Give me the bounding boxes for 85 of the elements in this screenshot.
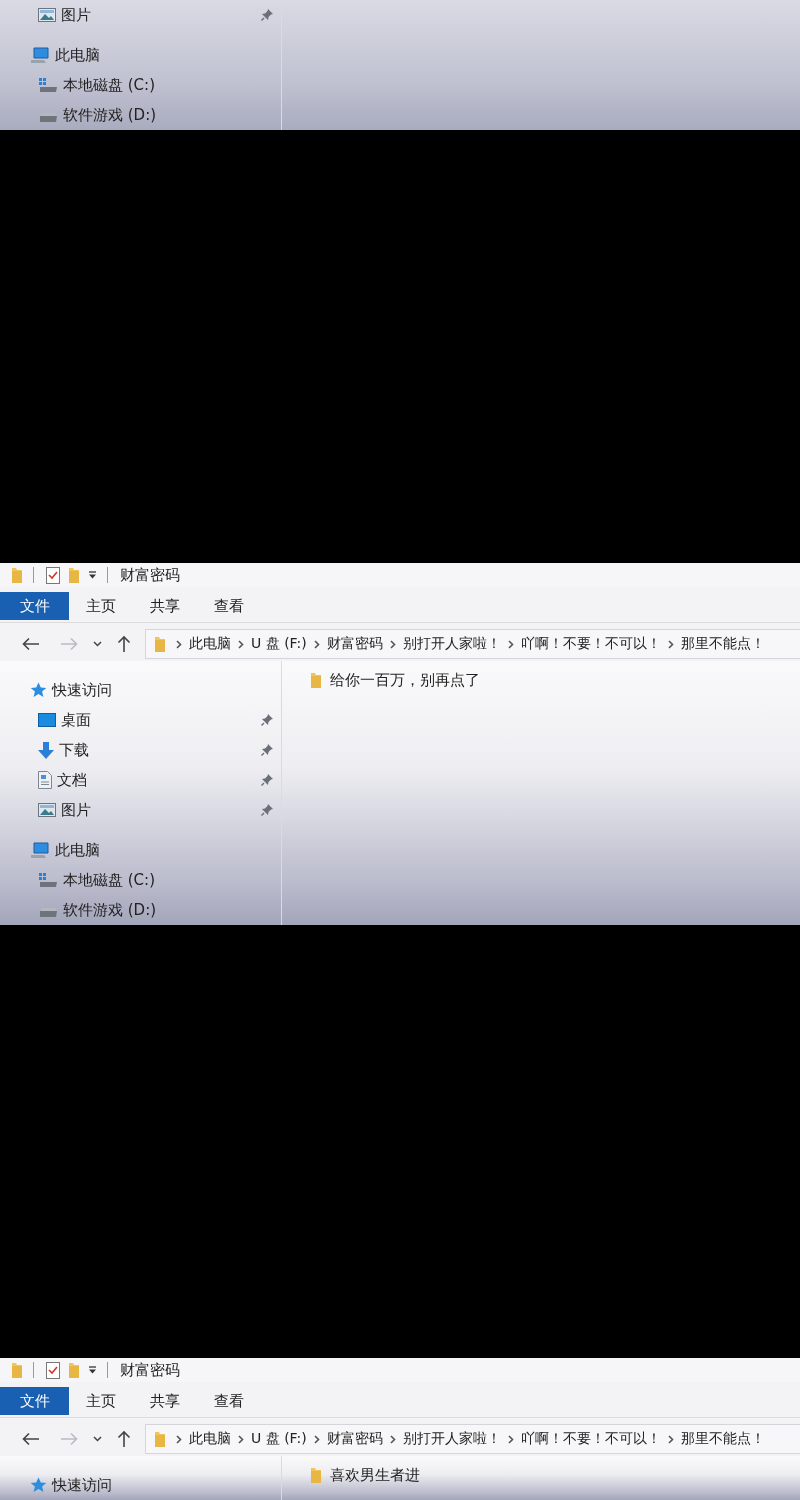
pin-icon[interactable] [261, 8, 273, 21]
breadcrumb[interactable]: U 盘 (F:) [251, 1430, 307, 1448]
ribbon-tab[interactable]: 共享 [133, 1387, 197, 1415]
chevron-icon [507, 1434, 514, 1444]
breadcrumb[interactable]: 财富密码 [326, 1430, 383, 1448]
nav-tree-item[interactable]: 下载 [59, 740, 261, 760]
up-arrow-icon[interactable] [117, 635, 131, 653]
down-arrow-icon [38, 741, 54, 759]
drive-icon [38, 872, 58, 888]
chevron-icon [667, 1434, 674, 1444]
nav-tree-item[interactable]: 图片 [61, 5, 261, 25]
chevron-icon [238, 1434, 244, 1444]
chevron-icon [389, 639, 396, 649]
window-title: 财富密码 [120, 565, 180, 585]
pin-icon[interactable] [261, 713, 273, 726]
breadcrumb[interactable]: 那里不能点！ [680, 1430, 765, 1448]
pin-icon[interactable] [261, 743, 273, 756]
caret-icon[interactable] [93, 641, 102, 647]
folder-icon [11, 1361, 23, 1379]
breadcrumb[interactable]: 此电脑 [189, 1430, 231, 1448]
folder-icon [310, 1466, 322, 1484]
ribbon-tab[interactable]: 共享 [133, 592, 197, 620]
window-title: 财富密码 [120, 1360, 180, 1380]
ribbon-tab[interactable]: 主页 [69, 592, 133, 620]
nav-tree-item[interactable]: 快速访问 [52, 1475, 273, 1495]
computer-icon [30, 46, 50, 64]
chevron-icon [176, 639, 182, 649]
address-bar[interactable]: 此电脑 U 盘 (F:) 财富密码 别打开人家啦！ 吖啊！不要！不可以！ 那里不能点！ [145, 629, 800, 659]
landscape-icon [38, 803, 56, 817]
chevron-icon [507, 639, 514, 649]
breadcrumb[interactable]: 那里不能点！ [680, 635, 765, 653]
star-icon [30, 1477, 47, 1493]
chevron-icon [313, 639, 320, 649]
properties-icon[interactable] [46, 1361, 60, 1379]
nav-tree-item[interactable]: 本地磁盘 (C:) [63, 75, 273, 95]
caret-icon[interactable] [93, 1436, 102, 1442]
folder-name[interactable]: 给你一百万，别再点了 [330, 670, 480, 690]
nav-tree-item[interactable]: 此电脑 [55, 45, 273, 65]
chevron-icon [176, 1434, 182, 1444]
back-arrow-icon[interactable] [22, 637, 40, 651]
new-folder-icon [68, 1361, 80, 1379]
nav-tree-item[interactable]: 此电脑 [55, 840, 273, 860]
nav-tree-item[interactable]: 软件游戏 (D:) [63, 105, 273, 125]
breadcrumb[interactable]: 别打开人家啦！ [402, 1430, 501, 1448]
breadcrumb[interactable]: 此电脑 [189, 635, 231, 653]
breadcrumb[interactable]: 吖啊！不要！不可以！ [520, 1430, 661, 1448]
breadcrumb[interactable]: 吖啊！不要！不可以！ [520, 635, 661, 653]
nav-tree-item[interactable]: 文档 [57, 770, 261, 790]
nav-tree-item[interactable]: 本地磁盘 (C:) [63, 870, 273, 890]
landscape-icon [38, 8, 56, 22]
document-icon [38, 771, 52, 789]
star-icon [30, 682, 47, 698]
properties-icon[interactable] [46, 566, 60, 584]
folder-icon [310, 671, 322, 689]
breadcrumb[interactable]: U 盘 (F:) [251, 635, 307, 653]
folder-name[interactable]: 喜欢男生者进 [330, 1465, 420, 1485]
chevron-icon [389, 1434, 396, 1444]
computer-icon [30, 841, 50, 859]
folder-icon [11, 566, 23, 584]
up-arrow-icon[interactable] [117, 1430, 131, 1448]
pin-icon[interactable] [261, 803, 273, 816]
nav-tree-item[interactable]: 软件游戏 (D:) [63, 900, 273, 920]
ribbon-tab[interactable]: 查看 [197, 1387, 261, 1415]
nav-tree-item[interactable]: 图片 [61, 800, 261, 820]
dropdown-icon[interactable] [88, 1366, 97, 1374]
chevron-icon [238, 639, 244, 649]
drive-icon [38, 77, 58, 93]
ribbon-tab[interactable]: 文件 [0, 592, 69, 620]
breadcrumb[interactable]: 别打开人家啦！ [402, 635, 501, 653]
ribbon-tab[interactable]: 查看 [197, 592, 261, 620]
nav-tree-item[interactable]: 桌面 [61, 710, 261, 730]
monitor-icon [38, 713, 56, 727]
address-bar[interactable]: 此电脑 U 盘 (F:) 财富密码 别打开人家啦！ 吖啊！不要！不可以！ 那里不能点！ [145, 1424, 800, 1454]
chevron-icon [667, 639, 674, 649]
breadcrumb[interactable]: 财富密码 [326, 635, 383, 653]
dropdown-icon[interactable] [88, 571, 97, 579]
ribbon-tab[interactable]: 主页 [69, 1387, 133, 1415]
new-folder-icon [68, 566, 80, 584]
back-arrow-icon[interactable] [22, 1432, 40, 1446]
nav-tree-item[interactable]: 快速访问 [52, 680, 273, 700]
chevron-icon [313, 1434, 320, 1444]
folder-icon [154, 1430, 166, 1448]
pin-icon[interactable] [261, 773, 273, 786]
ribbon-tab[interactable]: 文件 [0, 1387, 69, 1415]
folder-icon [154, 635, 166, 653]
